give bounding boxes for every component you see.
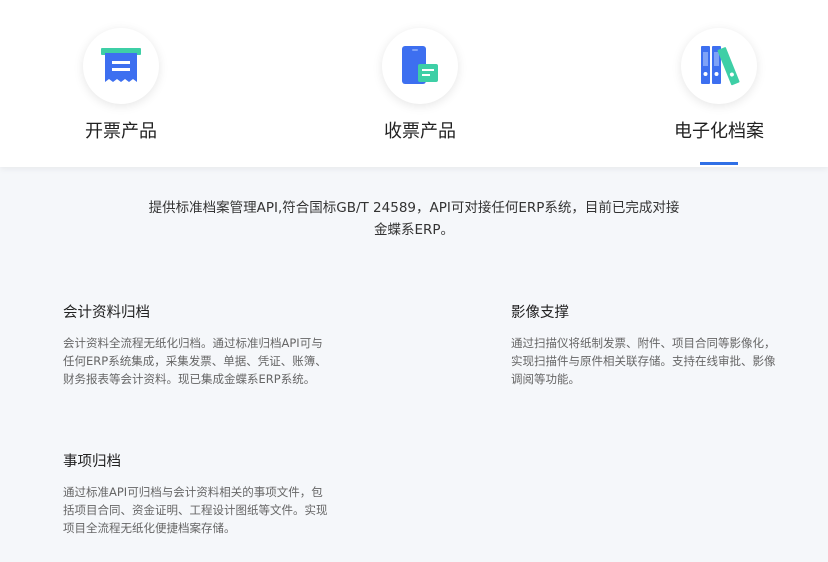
invoice-icon-circle [83,28,159,104]
feature-image-support: 影像支撑 通过扫描仪将纸制发票、附件、项目合同等影像化，实现扫描件与原件相关联存… [511,301,781,388]
product-tabs-bar: 开票产品 收票产品 电子化档案 [0,0,828,167]
archive-binders-icon [701,46,740,86]
tab-receiving-products[interactable]: 收票产品 [330,0,510,167]
feature-title: 会计资料归档 [63,305,150,321]
intro-line-1: 提供标准档案管理API,符合国标GB/T 24589，API可对接任何ERP系统… [148,200,680,216]
tab-label: 电子化档案 [674,121,764,142]
feature-title: 影像支撑 [511,305,569,321]
feature-accounting-archive: 会计资料归档 会计资料全流程无纸化归档。通过标准归档API可与任何ERP系统集成… [63,301,333,388]
receive-icon-circle [382,28,458,104]
feature-item-archive: 事项归档 通过标准API可归档与会计资料相关的事项文件，包括项目合同、资金证明、… [63,450,333,537]
invoice-receipt-icon [101,48,141,82]
tab-invoicing-products[interactable]: 开票产品 [31,0,211,167]
feature-title: 事项归档 [63,454,121,470]
feature-description: 会计资料全流程无纸化归档。通过标准归档API可与任何ERP系统集成，采集发票、单… [63,336,327,386]
feature-description: 通过扫描仪将纸制发票、附件、项目合同等影像化，实现扫描件与原件相关联存储。支持在… [511,336,776,386]
feature-description: 通过标准API可归档与会计资料相关的事项文件，包括项目合同、资金证明、工程设计图… [63,485,328,535]
tab-label: 开票产品 [85,121,157,142]
archive-icon-circle [681,28,757,104]
active-tab-indicator [700,162,738,165]
tab-electronic-archives[interactable]: 电子化档案 [629,0,809,167]
archive-intro: 提供标准档案管理API,符合国标GB/T 24589，API可对接任何ERP系统… [120,197,708,241]
tab-label: 收票产品 [384,121,456,142]
intro-line-2: 金蝶系ERP。 [373,222,455,238]
phone-receipt-icon [402,46,438,84]
